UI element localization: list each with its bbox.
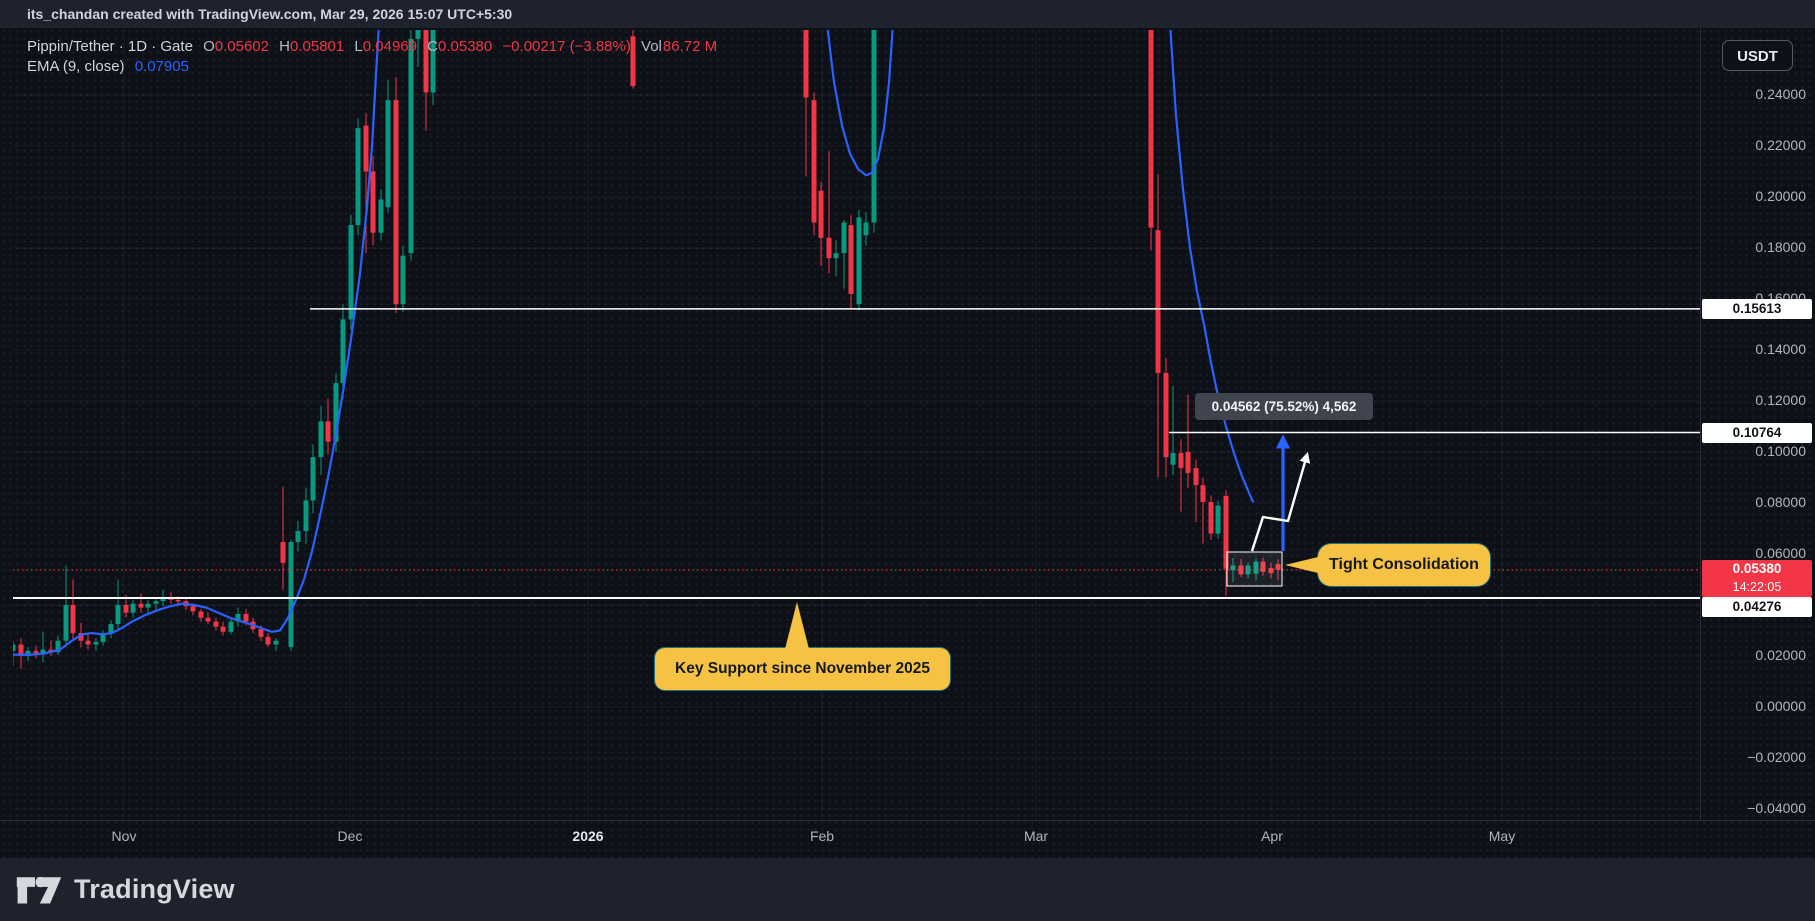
- change-value: −0.00217 (−3.88%): [502, 38, 630, 55]
- time-axis[interactable]: Nov Dec 2026 Feb Mar Apr May: [0, 820, 1815, 858]
- price-tick-label: −0.02000: [1702, 749, 1806, 767]
- line-price-box[interactable]: 0.04276: [1702, 597, 1812, 617]
- callout-key-support[interactable]: Key Support since November 2025: [655, 648, 950, 690]
- volume-value: 86.72 M: [663, 38, 717, 55]
- price-tick-label: 0.12000: [1702, 392, 1806, 410]
- callout-pointer-up: [785, 602, 809, 649]
- close-value: 0.05380: [438, 38, 492, 55]
- high-value: 0.05801: [290, 38, 344, 55]
- time-axis-label-2026[interactable]: 2026: [553, 828, 623, 844]
- price-tick-label: 0.18000: [1702, 239, 1806, 257]
- price-tick-label: 0.22000: [1702, 137, 1806, 155]
- ema-line[interactable]: [13, 24, 1253, 655]
- price-tick-label: 0.08000: [1702, 494, 1806, 512]
- high-label: H: [279, 38, 290, 55]
- tradingview-logo-icon[interactable]: [16, 874, 62, 906]
- time-axis-label-nov[interactable]: Nov: [89, 828, 159, 844]
- time-axis-label-dec[interactable]: Dec: [315, 828, 385, 844]
- close-label: C: [427, 38, 438, 55]
- low-label: L: [354, 38, 362, 55]
- symbol-legend-row[interactable]: Pippin/Tether · 1D · Gate O0.05602 H0.05…: [27, 38, 723, 55]
- time-axis-label-may[interactable]: May: [1467, 828, 1537, 844]
- callout-key-text: Key Support since November 2025: [675, 660, 930, 677]
- tradingview-brand-text[interactable]: TradingView: [74, 874, 235, 905]
- tradingview-snapshot: its_chandan created with TradingView.com…: [0, 0, 1815, 921]
- open-label: O: [203, 38, 215, 55]
- candles-layer[interactable]: [11, 0, 1281, 669]
- price-tick-label: −0.04000: [1702, 800, 1806, 818]
- price-tick-label: 0.20000: [1702, 188, 1806, 206]
- callout-pointer-left: [1285, 557, 1318, 573]
- line-price-box[interactable]: 0.10764: [1702, 423, 1812, 443]
- price-chart[interactable]: [0, 0, 1815, 921]
- ema-value: 0.07905: [135, 58, 189, 75]
- indicator-legend-row[interactable]: EMA (9, close) 0.07905: [27, 58, 195, 75]
- grid-layer: [13, 30, 1700, 820]
- time-axis-label-feb[interactable]: Feb: [787, 828, 857, 844]
- open-value: 0.05602: [215, 38, 269, 55]
- footer-bar: TradingView: [0, 858, 1815, 921]
- price-axis-separator: [1700, 28, 1701, 820]
- line-price-box[interactable]: 0.15613: [1702, 299, 1812, 319]
- low-value: 0.04969: [363, 38, 417, 55]
- ema-label[interactable]: EMA (9, close): [27, 58, 125, 75]
- price-tick-label: 0.02000: [1702, 647, 1806, 665]
- price-tick-label: 0.14000: [1702, 341, 1806, 359]
- last-price-box[interactable]: 0.0538014:22:05: [1702, 560, 1812, 597]
- price-tick-label: 0.24000: [1702, 86, 1806, 104]
- time-axis-label-apr[interactable]: Apr: [1237, 828, 1307, 844]
- volume-label: Vol: [641, 38, 662, 55]
- currency-toggle-button[interactable]: USDT: [1722, 40, 1793, 71]
- symbol-title[interactable]: Pippin/Tether · 1D · Gate: [27, 38, 193, 55]
- time-axis-label-mar[interactable]: Mar: [1001, 828, 1071, 844]
- measure-tool-label[interactable]: 0.04562 (75.52%) 4,562: [1195, 393, 1373, 420]
- consolidation-rectangle-drawing[interactable]: [1227, 552, 1282, 586]
- price-tick-label: 0.10000: [1702, 443, 1806, 461]
- price-tick-label: 0.00000: [1702, 698, 1806, 716]
- callout-tight-consolidation[interactable]: Tight Consolidation: [1318, 544, 1490, 586]
- callout-tight-text: Tight Consolidation: [1329, 556, 1479, 573]
